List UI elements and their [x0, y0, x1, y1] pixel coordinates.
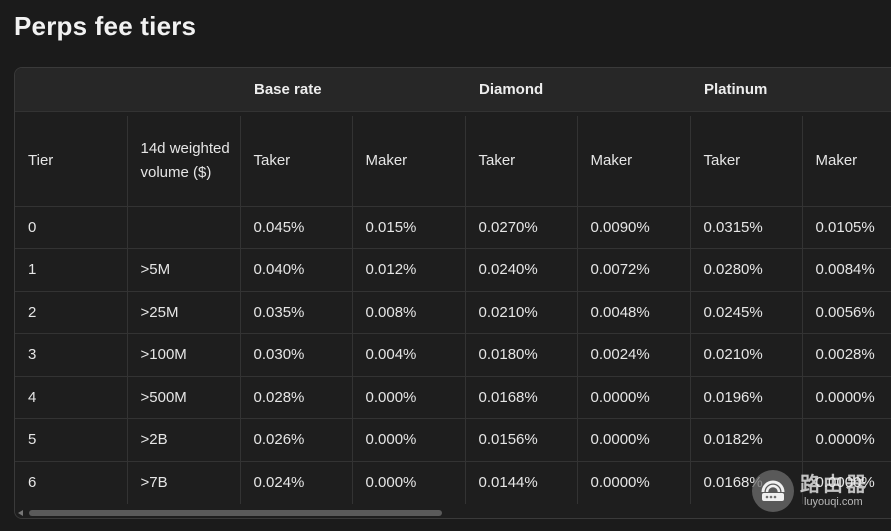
- cell-tier: 2: [15, 291, 127, 334]
- scroll-left-arrow-icon[interactable]: [18, 510, 23, 516]
- cell-platinum-taker: 0.0280%: [689, 248, 802, 292]
- table-row: 5 >2B 0.026% 0.000% 0.0156% 0.0000% 0.01…: [15, 418, 891, 462]
- cell-volume: >5M: [126, 248, 240, 292]
- cell-tier: 4: [15, 376, 127, 419]
- cell-diamond-maker: 0.0024%: [576, 333, 690, 377]
- cell-diamond-taker: 0.0180%: [464, 333, 577, 377]
- cell-platinum-maker: 0.0000%: [801, 418, 891, 462]
- cell-platinum-maker: 0.0056%: [801, 291, 891, 334]
- cell-platinum-taker: 0.0245%: [689, 291, 802, 334]
- cell-base-taker: 0.040%: [239, 248, 352, 292]
- cell-tier: 5: [15, 418, 127, 462]
- cell-diamond-taker: 0.0210%: [464, 291, 577, 334]
- cell-base-maker: 0.008%: [351, 291, 465, 334]
- column-header-platinum-taker: Taker: [689, 116, 802, 207]
- cell-base-taker: 0.030%: [239, 333, 352, 377]
- group-header-platinum: Platinum: [704, 81, 768, 98]
- cell-platinum-maker: 0.0105%: [801, 206, 891, 249]
- cell-diamond-taker: 0.0156%: [464, 418, 577, 462]
- cell-base-maker: 0.015%: [351, 206, 465, 249]
- column-header-diamond-taker: Taker: [464, 116, 577, 207]
- cell-platinum-taker: 0.0196%: [689, 376, 802, 419]
- column-header-base-taker: Taker: [239, 116, 352, 207]
- cell-platinum-maker: 0.0028%: [801, 333, 891, 377]
- cell-diamond-taker: 0.0168%: [464, 376, 577, 419]
- column-header-platinum-maker: Maker: [801, 116, 891, 207]
- column-header-base-maker: Maker: [351, 116, 465, 207]
- cell-platinum-taker: 0.0182%: [689, 418, 802, 462]
- cell-volume: >500M: [126, 376, 240, 419]
- cell-base-taker: 0.024%: [239, 461, 352, 504]
- cell-diamond-maker: 0.0000%: [576, 418, 690, 462]
- cell-tier: 1: [15, 248, 127, 292]
- watermark-subtitle: luyouqi.com: [804, 496, 863, 508]
- table-row: 1 >5M 0.040% 0.012% 0.0240% 0.0072% 0.02…: [15, 248, 891, 292]
- scrollbar-thumb[interactable]: [29, 510, 442, 516]
- cell-volume: >2B: [126, 418, 240, 462]
- cell-base-taker: 0.045%: [239, 206, 352, 249]
- cell-volume: >25M: [126, 291, 240, 334]
- cell-volume: >7B: [126, 461, 240, 504]
- column-header-diamond-maker: Maker: [576, 116, 690, 207]
- cell-base-maker: 0.000%: [351, 376, 465, 419]
- cell-tier: 6: [28, 474, 37, 491]
- fee-table-card: Base rate Diamond Platinum Tier 14d weig…: [14, 67, 891, 519]
- cell-diamond-maker: 0.0072%: [576, 248, 690, 292]
- cell-diamond-taker: 0.0144%: [464, 461, 577, 504]
- watermark: 路由器 luyouqi.com: [752, 468, 887, 518]
- cell-diamond-taker: 0.0270%: [464, 206, 577, 249]
- table-row: 0 0.045% 0.015% 0.0270% 0.0090% 0.0315% …: [15, 206, 891, 249]
- cell-tier: 3: [15, 333, 127, 377]
- cell-volume: [126, 206, 240, 249]
- cell-diamond-maker: 0.0048%: [576, 291, 690, 334]
- cell-base-taker: 0.028%: [239, 376, 352, 419]
- page: Perps fee tiers Base rate Diamond Platin…: [0, 0, 891, 531]
- cell-platinum-taker: 0.0315%: [689, 206, 802, 249]
- cell-diamond-taker: 0.0240%: [464, 248, 577, 292]
- column-header-row: Tier 14d weighted volume ($) Taker Maker…: [15, 116, 891, 207]
- cell-diamond-maker: 0.0090%: [576, 206, 690, 249]
- table-row: 3 >100M 0.030% 0.004% 0.0180% 0.0024% 0.…: [15, 333, 891, 377]
- cell-base-taker: 0.035%: [239, 291, 352, 334]
- page-title: Perps fee tiers: [14, 11, 197, 41]
- cell-platinum-maker: 0.0000%: [801, 376, 891, 419]
- cell-base-maker: 0.012%: [351, 248, 465, 292]
- cell-tier: 0: [15, 206, 127, 249]
- column-header-volume: 14d weighted volume ($): [126, 116, 240, 207]
- watermark-title: 路由器: [800, 474, 869, 496]
- cell-base-taker: 0.026%: [239, 418, 352, 462]
- group-header-row: Base rate Diamond Platinum: [15, 68, 891, 112]
- group-header-base-rate: Base rate: [254, 81, 322, 98]
- cell-diamond-maker: 0.0000%: [576, 461, 690, 504]
- cell-base-maker: 0.000%: [351, 418, 465, 462]
- fee-table: Tier 14d weighted volume ($) Taker Maker…: [15, 116, 891, 504]
- table-row: 4 >500M 0.028% 0.000% 0.0168% 0.0000% 0.…: [15, 376, 891, 419]
- cell-platinum-maker: 0.0084%: [801, 248, 891, 292]
- router-icon: [752, 470, 794, 512]
- cell-base-maker: 0.000%: [351, 461, 465, 504]
- table-row: 2 >25M 0.035% 0.008% 0.0210% 0.0048% 0.0…: [15, 291, 891, 334]
- cell-diamond-maker: 0.0000%: [576, 376, 690, 419]
- cell-volume: >100M: [126, 333, 240, 377]
- column-header-tier: Tier: [15, 116, 127, 207]
- group-header-diamond: Diamond: [479, 81, 544, 98]
- cell-base-maker: 0.004%: [351, 333, 465, 377]
- cell-platinum-taker: 0.0210%: [689, 333, 802, 377]
